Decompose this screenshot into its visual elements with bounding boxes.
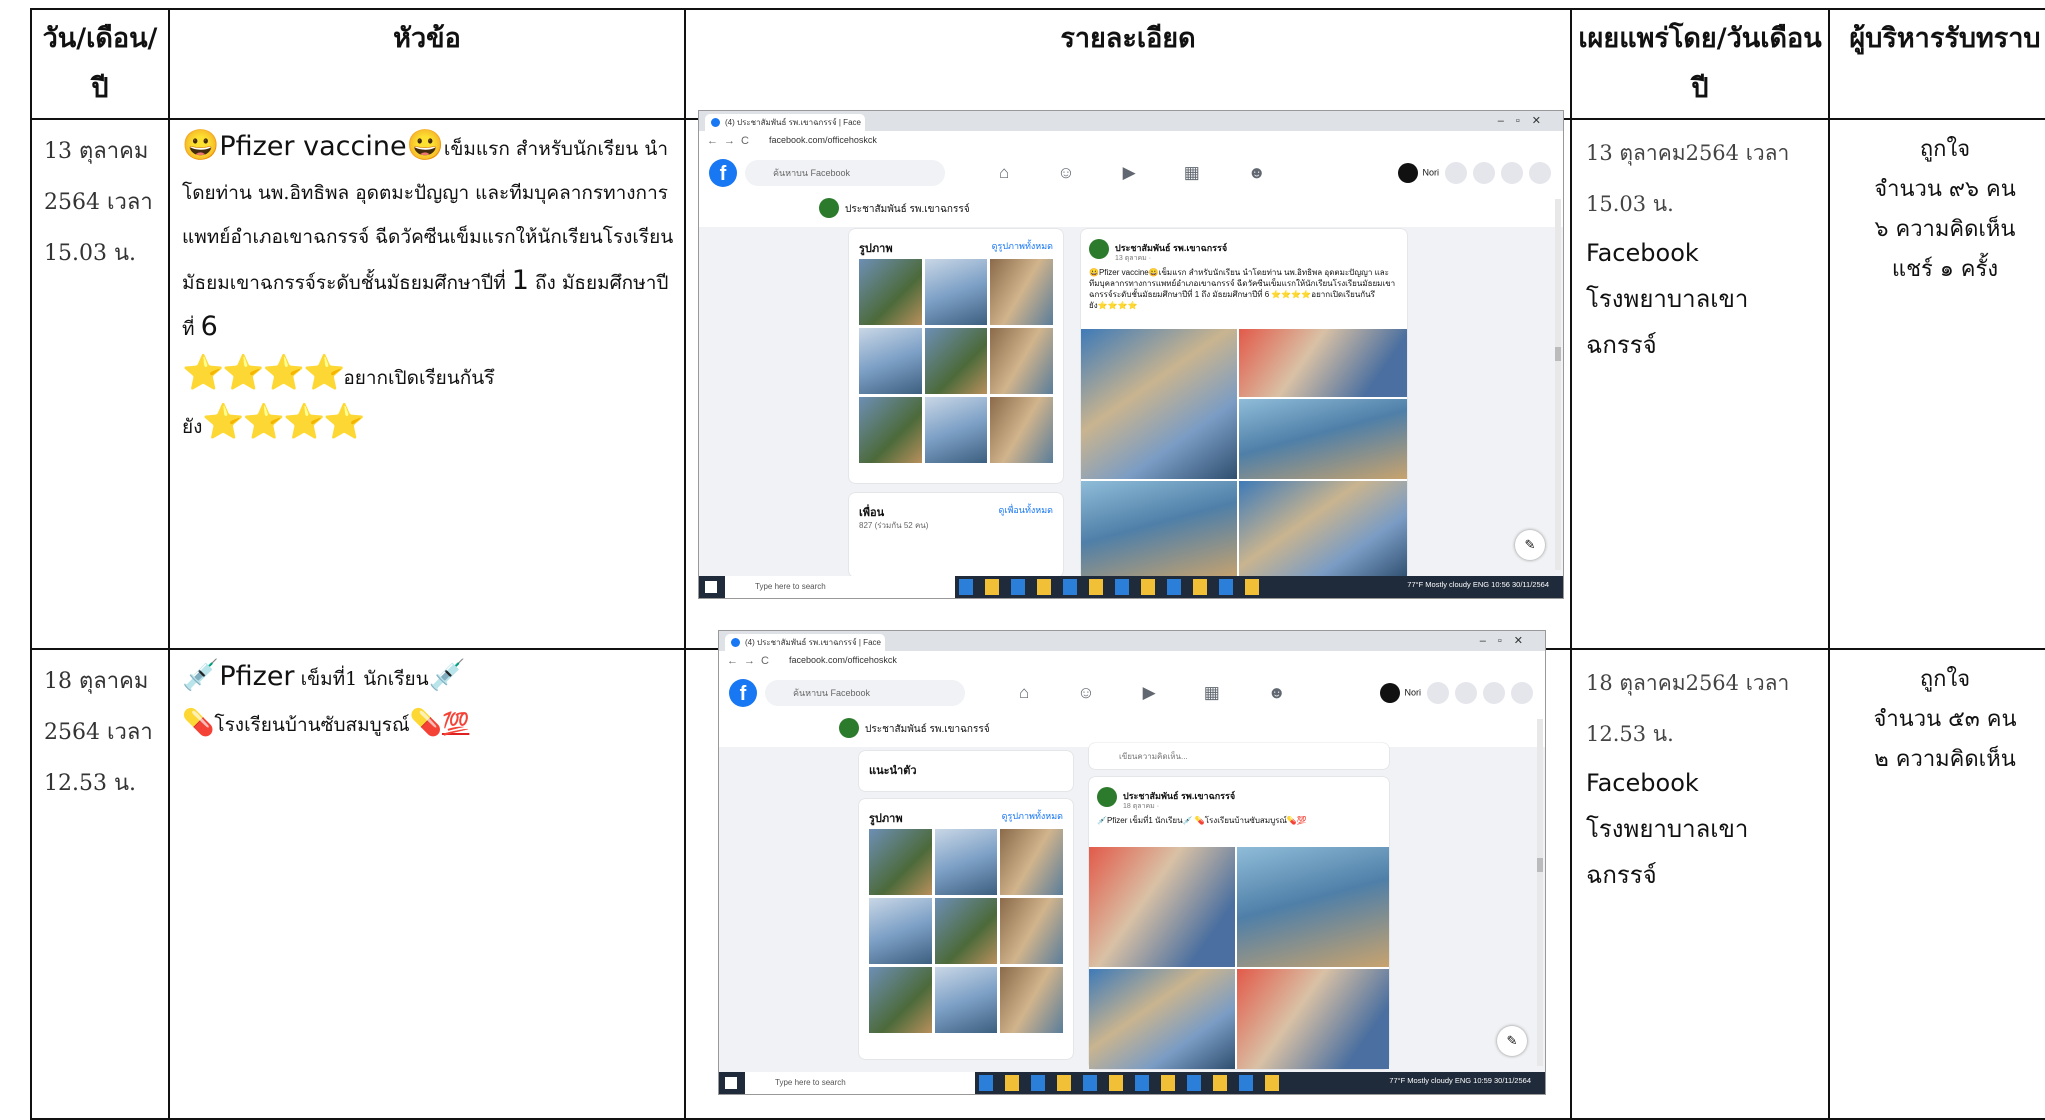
avatar[interactable] <box>1398 163 1419 183</box>
facebook-search-input[interactable]: ค้นหาบน Facebook <box>745 160 945 186</box>
photos-card: รูปภาพ ดูรูปภาพทั้งหมด <box>849 229 1063 483</box>
browser-tabbar: (4) ประชาสัมพันธ์ รพ.เขาฉกรรจ์ | Face –▫… <box>699 111 1563 131</box>
account-area[interactable]: Nori <box>1380 682 1533 704</box>
post-photo[interactable] <box>1237 847 1389 967</box>
syringe-icon: 💉 <box>182 658 220 693</box>
windows-start-icon[interactable] <box>705 581 717 593</box>
page-header: ประชาสัมพันธ์ รพ.เขาฉกรรจ์ <box>699 193 1563 227</box>
facebook-topbar: f ค้นหาบน Facebook ⌂☺▶▦☻ Nori <box>699 153 1563 194</box>
address-bar: ←→C facebook.com/officehoskck <box>719 651 1545 674</box>
scrollbar[interactable] <box>1555 199 1561 570</box>
url-field[interactable]: facebook.com/officehoskck <box>789 655 897 665</box>
browser-tabbar: (4) ประชาสัมพันธ์ รพ.เขาฉกรรจ์ | Face –▫… <box>719 631 1545 651</box>
browser-tab[interactable]: (4) ประชาสัมพันธ์ รพ.เขาฉกรรจ์ | Face <box>725 634 885 651</box>
facebook-nav-icon[interactable]: ⌂☺▶▦☻ <box>1019 683 1334 703</box>
windows-taskbar: Type here to search 77°F Mostly cloudy E… <box>699 576 1563 598</box>
published-cell: 13 ตุลาคม2564 เวลา 15.03 น. Facebook โรง… <box>1570 118 1830 650</box>
address-bar: ←→C facebook.com/officehoskck <box>699 131 1563 154</box>
topic-cell: 😀Pfizer vaccine😀เข็มแรก สำหรับนักเรียน น… <box>168 118 686 650</box>
comment-composer[interactable]: เขียนความคิดเห็น... <box>1089 743 1389 769</box>
facebook-logo-icon[interactable]: f <box>709 159 737 187</box>
stars-icon: ⭐⭐⭐⭐ <box>182 353 345 393</box>
topic-title: Pfizer <box>219 661 295 692</box>
photo-grid[interactable] <box>869 829 1063 1033</box>
topic-cell: 💉Pfizer เข็มที่1 นักเรียน💉 💊โรงเรียนบ้าน… <box>168 648 686 1120</box>
photos-card: รูปภาพ ดูรูปภาพทั้งหมด <box>859 799 1073 1059</box>
facebook-screenshot: (4) ประชาสัมพันธ์ รพ.เขาฉกรรจ์ | Face –▫… <box>718 630 1546 1095</box>
post-photo[interactable] <box>1081 329 1237 479</box>
facebook-screenshot: (4) ประชาสัมพันธ์ รพ.เขาฉกรรจ์ | Face –▫… <box>698 110 1564 599</box>
post-photo[interactable] <box>1239 481 1407 579</box>
date-cell: 18 ตุลาคม 2564 เวลา 12.53 น. <box>30 648 170 1120</box>
pill-icon: 💊 <box>182 708 215 738</box>
header-published: เผยแพร่โดย/วันเดือนปี <box>1570 8 1830 120</box>
post-photo[interactable] <box>1237 969 1389 1069</box>
admin-cell: ถูกใจ จำนวน ๙๖ คน ๖ ความคิดเห็น แชร์ ๑ ค… <box>1828 118 2045 650</box>
bell-icon[interactable] <box>1483 682 1505 704</box>
chevron-down-icon[interactable] <box>1529 162 1551 184</box>
page-header: ประชาสัมพันธ์ รพ.เขาฉกรรจ์ <box>719 713 1545 747</box>
post-photo[interactable] <box>1089 847 1235 967</box>
page-name[interactable]: ประชาสัมพันธ์ รพ.เขาฉกรรจ์ <box>839 718 990 738</box>
date-cell: 13 ตุลาคม 2564 เวลา 15.03 น. <box>30 118 170 650</box>
nav-arrows-icon[interactable]: ←→C <box>727 655 775 667</box>
friends-card: เพื่อน ดูเพื่อนทั้งหมด 827 (ร่วมกัน 52 ค… <box>849 493 1063 577</box>
facebook-nav-icon[interactable]: ⌂☺▶▦☻ <box>999 163 1314 183</box>
window-controls-icon[interactable]: –▫✕ <box>1480 634 1535 647</box>
facebook-post: ประชาสัมพันธ์ รพ.เขาฉกรรจ์ 13 ตุลาคม · 😀… <box>1081 229 1407 579</box>
scrollbar[interactable] <box>1537 719 1543 1066</box>
header-topic: หัวข้อ <box>168 8 686 120</box>
windows-start-icon[interactable] <box>725 1077 737 1089</box>
facebook-topbar: f ค้นหาบน Facebook ⌂☺▶▦☻ Nori <box>719 673 1545 714</box>
system-tray[interactable]: 77°F Mostly cloudy ENG 10:56 30/11/2564 <box>1407 580 1549 589</box>
facebook-search-input[interactable]: ค้นหาบน Facebook <box>765 680 965 706</box>
messenger-icon[interactable] <box>1473 162 1495 184</box>
post-photo[interactable] <box>1081 481 1237 579</box>
chevron-down-icon[interactable] <box>1511 682 1533 704</box>
taskbar-search[interactable]: Type here to search <box>745 1072 975 1094</box>
browser-tab[interactable]: (4) ประชาสัมพันธ์ รพ.เขาฉกรรจ์ | Face <box>705 114 865 131</box>
grin-emoji-icon: 😀 <box>182 128 220 163</box>
avatar[interactable] <box>1380 683 1401 703</box>
nav-arrows-icon[interactable]: ←→C <box>707 135 755 147</box>
hundred-icon: 💯 <box>441 711 470 737</box>
account-area[interactable]: Nori <box>1398 162 1551 184</box>
windows-taskbar: Type here to search 77°F Mostly cloudy E… <box>719 1072 1545 1094</box>
photo-grid[interactable] <box>859 259 1053 463</box>
header-admin: ผู้บริหารรับทราบ <box>1828 8 2045 120</box>
topic-title: Pfizer vaccine <box>219 131 407 162</box>
system-tray[interactable]: 77°F Mostly cloudy ENG 10:59 30/11/2564 <box>1389 1076 1531 1085</box>
header-date: วัน/เดือน/ปี <box>30 8 170 120</box>
avatar[interactable] <box>1097 787 1117 807</box>
stars-icon: ⭐⭐⭐⭐ <box>202 402 365 442</box>
post-photo[interactable] <box>1239 329 1407 397</box>
topic-line2: โรงเรียนบ้านซับสมบูรณ์ <box>214 714 410 736</box>
url-field[interactable]: facebook.com/officehoskck <box>769 135 877 145</box>
menu-icon[interactable] <box>1427 682 1449 704</box>
taskbar-search[interactable]: Type here to search <box>725 576 955 598</box>
compose-edit-icon[interactable]: ✎ <box>1515 530 1545 560</box>
intro-card: แนะนำตัว <box>859 751 1073 791</box>
avatar[interactable] <box>1089 239 1109 259</box>
post-photo[interactable] <box>1089 969 1235 1069</box>
published-cell: 18 ตุลาคม2564 เวลา 12.53 น. Facebook โรง… <box>1570 648 1830 1120</box>
pill-icon: 💊 <box>409 708 442 738</box>
taskbar-apps-icon[interactable] <box>979 1075 1279 1091</box>
menu-icon[interactable] <box>1445 162 1467 184</box>
messenger-icon[interactable] <box>1455 682 1477 704</box>
taskbar-apps-icon[interactable] <box>959 579 1259 595</box>
header-detail: รายละเอียด <box>684 8 1572 120</box>
window-controls-icon[interactable]: –▫✕ <box>1498 114 1553 127</box>
topic-text: เข็มที่1 นักเรียน <box>300 668 429 690</box>
compose-edit-icon[interactable]: ✎ <box>1497 1026 1527 1056</box>
facebook-post: ประชาสัมพันธ์ รพ.เขาฉกรรจ์ 18 ตุลาคม · 💉… <box>1089 777 1389 1069</box>
bell-icon[interactable] <box>1501 162 1523 184</box>
admin-cell: ถูกใจ จำนวน ๕๓ คน ๒ ความคิดเห็น <box>1828 648 2045 1120</box>
syringe-icon: 💉 <box>428 658 466 693</box>
grin-emoji-icon: 😀 <box>406 128 444 163</box>
facebook-logo-icon[interactable]: f <box>729 679 757 707</box>
post-photo[interactable] <box>1239 399 1407 479</box>
page-name[interactable]: ประชาสัมพันธ์ รพ.เขาฉกรรจ์ <box>819 198 970 218</box>
header-row: วัน/เดือน/ปี หัวข้อ รายละเอียด เผยแพร่โด… <box>30 8 2045 120</box>
